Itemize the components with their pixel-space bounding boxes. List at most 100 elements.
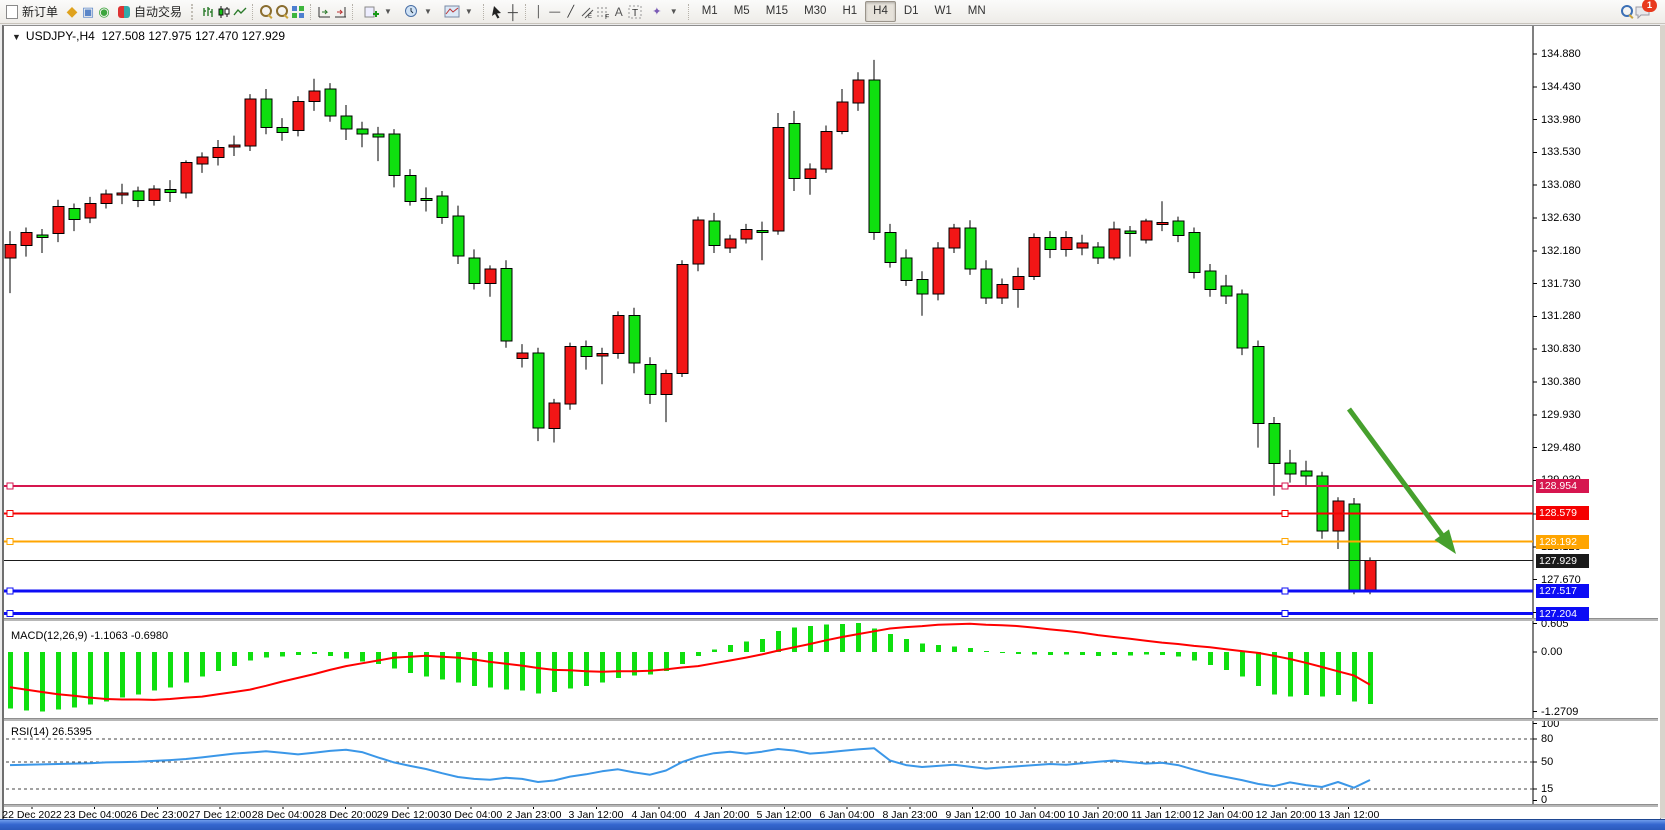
svg-text:T: T [632, 8, 638, 19]
cursor-icon[interactable] [489, 4, 505, 19]
macd-bar [936, 645, 941, 652]
bar-chart-type-icon[interactable] [200, 4, 216, 19]
candle-bear [469, 258, 480, 284]
indicators-button[interactable]: ▼ [358, 1, 398, 22]
candle-bull [5, 244, 16, 258]
down-arrow-annotation[interactable] [1349, 409, 1448, 543]
macd-bar [888, 634, 893, 652]
timeframe-H4[interactable]: H4 [865, 1, 896, 22]
hline-handle[interactable] [1282, 588, 1288, 594]
hline-handle[interactable] [7, 483, 13, 489]
auto-trading-button[interactable]: 自动交易 [112, 1, 188, 22]
hline-handle[interactable] [7, 611, 13, 617]
zoom-in-icon[interactable] [258, 4, 274, 19]
candle-bear [165, 190, 176, 193]
macd-bar [968, 648, 973, 652]
hline-handle[interactable] [1282, 611, 1288, 617]
price-tick-label: 134.880 [1541, 48, 1581, 60]
candle-bear [1301, 471, 1312, 476]
signals-icon[interactable]: ◉ [96, 4, 112, 19]
timeframe-bar: M1M5M15M30H1H4D1W1MN [694, 1, 994, 22]
price-tick-label: 131.280 [1541, 310, 1581, 322]
macd-bar [1144, 652, 1149, 654]
chart-shift-icon[interactable] [332, 4, 348, 19]
arrows-tool-button[interactable]: ✦▼ [643, 1, 684, 22]
zoom-out-icon[interactable] [274, 4, 290, 19]
macd-bar [328, 652, 333, 656]
candle-bull [853, 80, 864, 103]
candle-bull [101, 194, 112, 203]
candle-bull [1333, 501, 1344, 531]
macd-bar [232, 652, 237, 666]
candle-bull [53, 206, 64, 233]
price-tick-label: 130.830 [1541, 343, 1581, 355]
line-chart-type-icon[interactable] [232, 4, 248, 19]
fibonacci-tool-icon[interactable]: F [595, 4, 611, 19]
macd-bar [600, 652, 605, 683]
taskbar[interactable] [0, 819, 1665, 830]
candle-bull [693, 220, 704, 264]
search-icon[interactable] [1619, 4, 1635, 19]
periods-button[interactable]: ▼ [398, 1, 438, 22]
macd-bar [984, 651, 989, 652]
timeframe-MN[interactable]: MN [960, 1, 994, 22]
hline-handle[interactable] [7, 539, 13, 545]
candle-bull [613, 316, 624, 354]
candle-bear [645, 365, 656, 395]
candle-bear [357, 129, 368, 134]
macd-bar [1016, 652, 1021, 654]
macd-bar [8, 652, 13, 708]
macd-bar [856, 623, 861, 652]
candle-bull [293, 101, 304, 130]
candle-bear [885, 233, 896, 263]
new-order-button[interactable]: 新订单 [0, 1, 64, 22]
panel-separator-rsi[interactable] [4, 718, 1658, 721]
hline-handle[interactable] [1282, 510, 1288, 516]
new-order-label: 新订单 [22, 3, 58, 20]
timeframe-W1[interactable]: W1 [927, 1, 960, 22]
chat-icon[interactable]: 1 [1635, 4, 1651, 19]
macd-bar [296, 652, 301, 655]
horizontal-line-tool-icon[interactable]: — [547, 4, 563, 19]
timeframe-D1[interactable]: D1 [896, 1, 927, 22]
auto-trading-label: 自动交易 [134, 3, 182, 20]
timeframe-M15[interactable]: M15 [758, 1, 796, 22]
timeframe-M30[interactable]: M30 [796, 1, 834, 22]
auto-scroll-icon[interactable] [316, 4, 332, 19]
timeframe-M1[interactable]: M1 [694, 1, 726, 22]
market-icon[interactable]: ◆ [64, 4, 80, 19]
candle-bull [1157, 222, 1168, 224]
panel-separator-macd[interactable] [4, 618, 1658, 621]
crosshair-icon[interactable]: ┼ [505, 4, 521, 19]
templates-button[interactable]: ▼ [438, 1, 479, 22]
price-line-tag-128.954: 128.954 [1536, 479, 1589, 493]
candle-bull [85, 203, 96, 218]
candle-bull [1141, 221, 1152, 240]
candle-bear [581, 346, 592, 356]
tile-windows-icon[interactable] [290, 4, 306, 19]
hline-handle[interactable] [1282, 539, 1288, 545]
channel-tool-icon[interactable]: E [579, 4, 595, 19]
charts-window-icon[interactable]: ▣ [80, 4, 96, 19]
text-label-tool-icon[interactable]: T [627, 4, 643, 19]
candle-bull [837, 102, 848, 131]
candlestick-type-icon[interactable] [216, 4, 232, 19]
macd-bar [248, 652, 253, 660]
trendline-tool-icon[interactable]: ╱ [563, 4, 579, 19]
text-tool-icon[interactable]: A [611, 4, 627, 19]
timeframe-M5[interactable]: M5 [726, 1, 758, 22]
window-edge [1660, 25, 1665, 818]
hline-handle[interactable] [7, 588, 13, 594]
macd-bar [1128, 652, 1133, 655]
hline-handle[interactable] [7, 510, 13, 516]
price-tick-label: 130.380 [1541, 376, 1581, 388]
candle-bull [1077, 243, 1088, 248]
macd-bar [584, 652, 589, 686]
vertical-line-tool-icon[interactable]: │ [531, 4, 547, 19]
candle-bear [373, 134, 384, 137]
candle-bull [197, 157, 208, 164]
macd-bar [40, 652, 45, 712]
hline-handle[interactable] [1282, 483, 1288, 489]
price-tick-label: 129.480 [1541, 442, 1581, 454]
timeframe-H1[interactable]: H1 [834, 1, 865, 22]
